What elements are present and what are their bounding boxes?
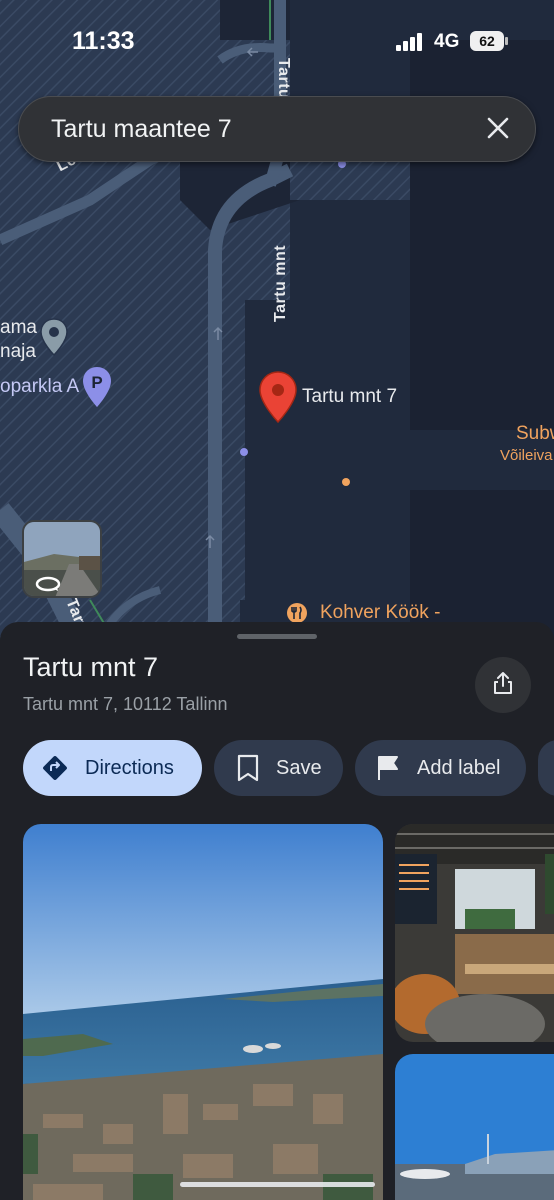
search-query[interactable]: Tartu maantee 7 xyxy=(51,115,232,144)
poi-label-subway: Subw xyxy=(516,423,554,444)
map-view[interactable]: Lennujaama Tartu Tartu mnt Tartu ama naj… xyxy=(0,0,554,640)
add-label-button[interactable]: Add label xyxy=(355,740,526,796)
flag-icon xyxy=(375,754,403,782)
place-title: Tartu mnt 7 xyxy=(23,652,159,682)
bookmark-icon xyxy=(236,754,260,782)
battery-icon: 62 xyxy=(470,31,508,51)
network-type: 4G xyxy=(434,31,460,52)
svg-text:P: P xyxy=(91,373,102,392)
street-view-thumbnail[interactable] xyxy=(22,520,102,598)
share-button[interactable] xyxy=(475,657,531,713)
directions-icon xyxy=(41,754,69,782)
search-bar[interactable]: Tartu maantee 7 xyxy=(18,96,536,162)
place-photo-cafe[interactable] xyxy=(395,824,554,1042)
battery-cap xyxy=(505,37,508,45)
home-indicator[interactable] xyxy=(180,1182,375,1187)
status-time: 11:33 xyxy=(72,27,135,55)
place-address: Tartu mnt 7, 10112 Tallinn xyxy=(23,694,228,714)
selected-location-pin-icon[interactable] xyxy=(259,371,297,428)
save-button[interactable]: Save xyxy=(214,740,343,796)
add-label-label: Add label xyxy=(417,756,501,779)
road-label-tartu-mnt: Tartu mnt xyxy=(272,244,289,322)
parking-icon[interactable]: P xyxy=(82,366,112,413)
sheet-drag-handle[interactable] xyxy=(237,634,317,639)
place-photo-airport[interactable] xyxy=(395,1054,554,1200)
map-pin-icon[interactable] xyxy=(40,318,68,361)
place-sheet[interactable]: Tartu mnt 7 Tartu mnt 7, 10112 Tallinn D… xyxy=(0,622,554,1200)
place-photo-aerial[interactable] xyxy=(23,824,383,1200)
street-view-icon xyxy=(34,574,62,596)
directions-button[interactable]: Directions xyxy=(23,740,202,796)
directions-label: Directions xyxy=(85,756,174,779)
status-bar: 11:33 4G 62 xyxy=(0,0,554,84)
battery-level: 62 xyxy=(470,31,504,51)
pin-label: Tartu mnt 7 xyxy=(302,386,398,407)
close-icon xyxy=(487,117,509,144)
save-label: Save xyxy=(276,756,322,779)
poi-label-partial-2: naja xyxy=(0,341,36,362)
poi-label-kohver: Kohver Köök - xyxy=(320,602,441,623)
signal-icon xyxy=(396,33,426,56)
share-icon xyxy=(492,671,514,700)
poi-label-partial: ama xyxy=(0,317,37,338)
more-actions-chip[interactable] xyxy=(538,740,554,796)
clear-search-button[interactable] xyxy=(475,107,521,153)
poi-label-parkla: oparkla A xyxy=(0,376,80,397)
poi-label-subway-sub: Võileiva xyxy=(500,447,553,464)
